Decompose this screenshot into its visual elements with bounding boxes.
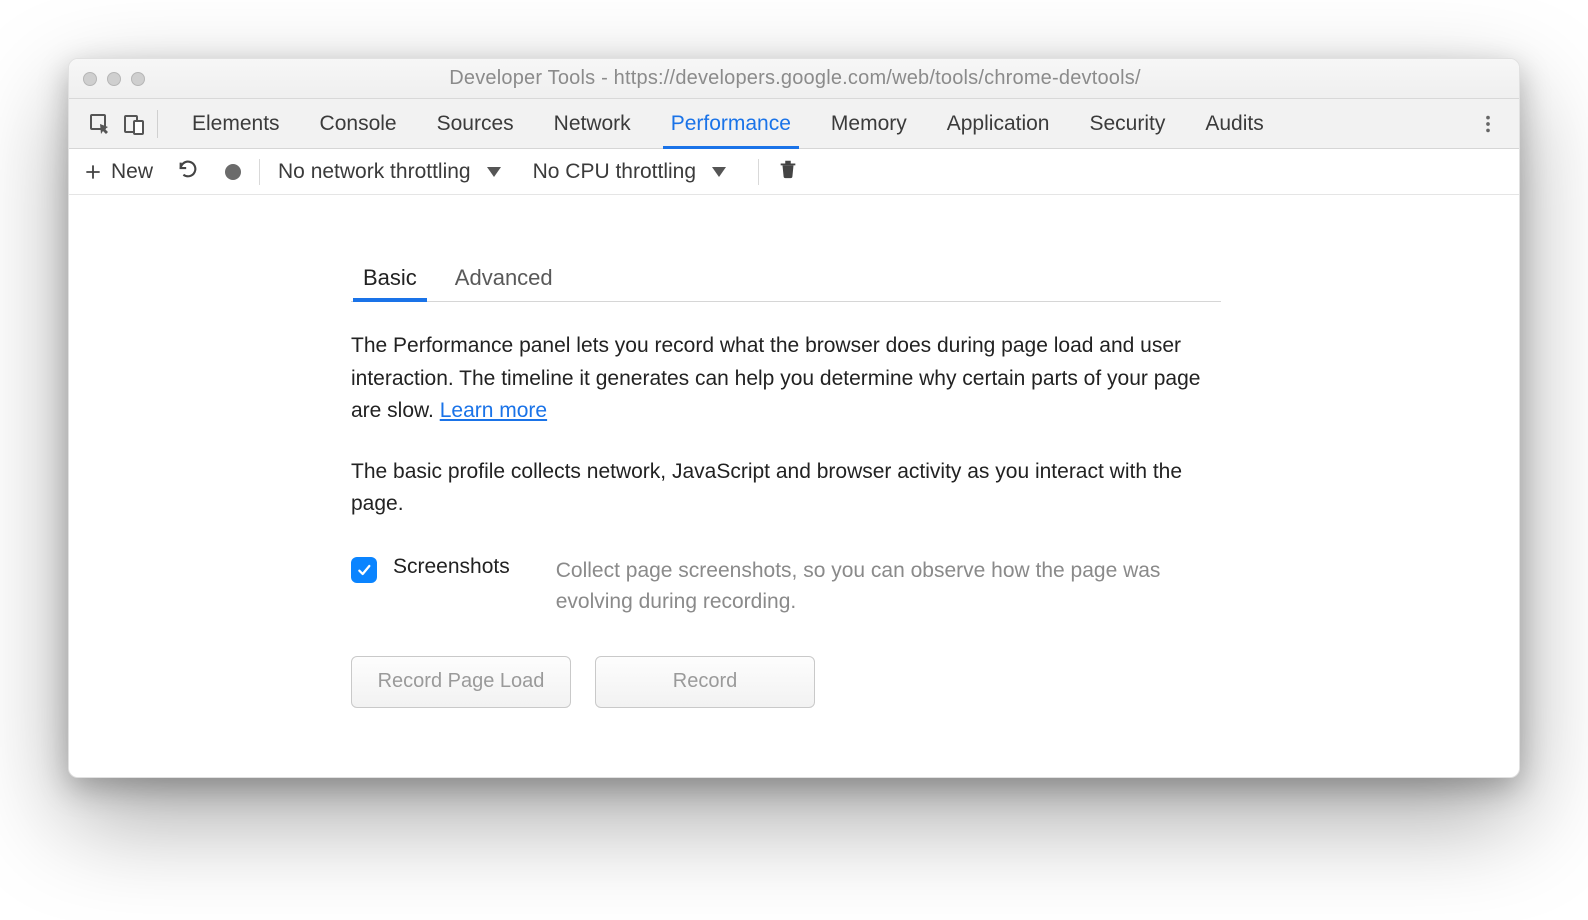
titlebar: Developer Tools - https://developers.goo… (69, 59, 1519, 99)
profile-type-tabs: Basic Advanced (351, 265, 1221, 302)
devtools-window: Developer Tools - https://developers.goo… (68, 58, 1520, 778)
tab-sources[interactable]: Sources (417, 99, 534, 148)
subtab-basic[interactable]: Basic (359, 265, 421, 301)
tab-performance[interactable]: Performance (651, 99, 811, 148)
divider (259, 159, 260, 185)
screenshots-description: Collect page screenshots, so you can obs… (556, 555, 1196, 618)
screenshots-setting: Screenshots Collect page screenshots, so… (351, 555, 1231, 618)
panel-description: The Performance panel lets you record wh… (351, 330, 1231, 521)
reload-icon[interactable] (177, 158, 199, 186)
network-throttling-dropdown[interactable]: No network throttling (278, 160, 501, 184)
cpu-throttling-value: No CPU throttling (533, 160, 696, 184)
tab-security[interactable]: Security (1069, 99, 1185, 148)
delete-icon[interactable] (777, 158, 799, 186)
divider (157, 110, 158, 138)
cpu-throttling-dropdown[interactable]: No CPU throttling (533, 160, 726, 184)
tab-elements[interactable]: Elements (172, 99, 300, 148)
divider (758, 159, 759, 185)
tab-network[interactable]: Network (534, 99, 651, 148)
new-label: New (111, 160, 153, 184)
performance-panel-content: Basic Advanced The Performance panel lets… (69, 195, 1519, 777)
devtools-tabbar: ElementsConsoleSourcesNetworkPerformance… (69, 99, 1519, 149)
tab-console[interactable]: Console (300, 99, 417, 148)
tab-audits[interactable]: Audits (1185, 99, 1283, 148)
record-page-load-button[interactable]: Record Page Load (351, 656, 571, 708)
toggle-device-toolbar-icon[interactable] (117, 107, 151, 141)
record-button[interactable]: Record (595, 656, 815, 708)
basic-profile-text: The basic profile collects network, Java… (351, 456, 1231, 521)
screenshots-checkbox[interactable] (351, 557, 377, 583)
screenshots-label: Screenshots (393, 555, 510, 579)
performance-toolbar: New No network throttling No CPU throttl… (69, 149, 1519, 195)
action-buttons: Record Page Load Record (351, 656, 1519, 708)
more-options-icon[interactable] (1471, 107, 1505, 141)
chevron-down-icon (487, 167, 501, 177)
network-throttling-value: No network throttling (278, 160, 471, 184)
subtab-advanced[interactable]: Advanced (451, 265, 557, 301)
chevron-down-icon (712, 167, 726, 177)
record-indicator-icon[interactable] (225, 164, 241, 180)
new-recording-button[interactable]: New (83, 160, 153, 184)
tab-application[interactable]: Application (927, 99, 1070, 148)
tab-memory[interactable]: Memory (811, 99, 927, 148)
window-title: Developer Tools - https://developers.goo… (85, 67, 1505, 90)
inspect-element-icon[interactable] (83, 107, 117, 141)
learn-more-link[interactable]: Learn more (440, 399, 547, 422)
